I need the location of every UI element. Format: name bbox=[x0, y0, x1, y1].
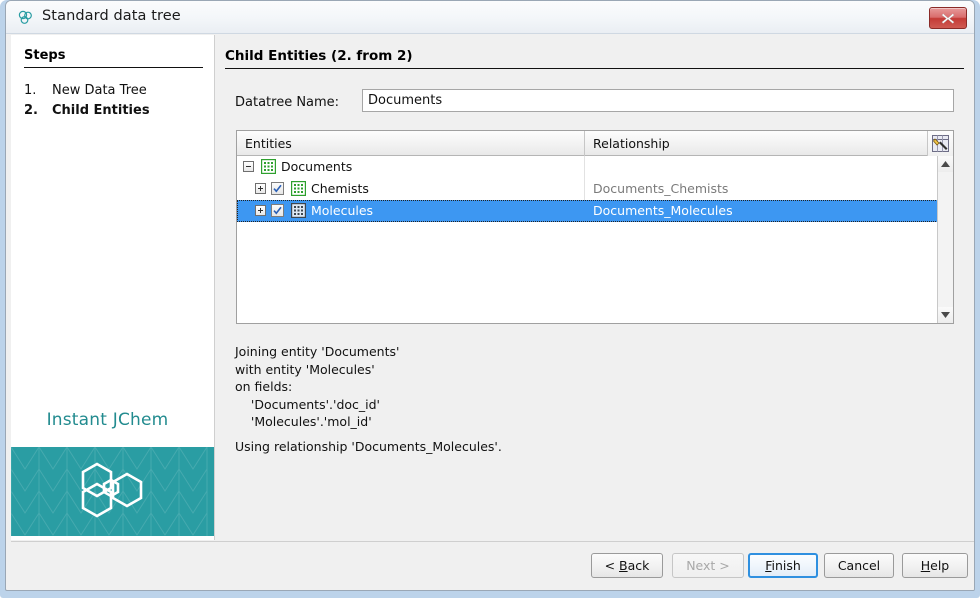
step-label: Child Entities bbox=[52, 103, 150, 118]
main-content: Child Entities (2. from 2) Datatree Name… bbox=[215, 35, 974, 540]
entities-table-header: Entities Relationship bbox=[237, 131, 953, 156]
column-chooser-icon[interactable] bbox=[928, 131, 953, 156]
entity-grid-icon-green bbox=[290, 180, 307, 197]
step-item-2: 2. Child Entities bbox=[24, 103, 150, 118]
brand-name: Instant JChem bbox=[46, 410, 169, 430]
entity-grid-icon-gray bbox=[290, 202, 307, 219]
next-button[interactable]: Next > bbox=[672, 553, 744, 578]
scroll-down-icon[interactable] bbox=[938, 307, 953, 323]
dialog-window: Standard data tree Steps 1. New Data Tree… bbox=[0, 0, 980, 598]
step-item-1: 1. New Data Tree bbox=[24, 83, 147, 98]
page-title: Child Entities (2. from 2) bbox=[225, 48, 413, 64]
steps-heading: Steps bbox=[24, 48, 66, 63]
page-title-divider bbox=[225, 68, 964, 69]
table-row[interactable]: Documents bbox=[237, 156, 938, 178]
relationship-description: Using relationship 'Documents_Molecules'… bbox=[235, 439, 502, 454]
step-number: 2. bbox=[24, 103, 38, 118]
finish-button[interactable]: Finish bbox=[748, 553, 818, 578]
expand-toggle-icon[interactable] bbox=[255, 183, 266, 194]
entity-label: Chemists bbox=[311, 181, 369, 196]
entities-table-body: Documents Chemists Documents_Chemists Mo… bbox=[237, 156, 938, 323]
entity-grid-icon-green bbox=[260, 158, 277, 175]
collapse-toggle-icon[interactable] bbox=[243, 161, 254, 172]
help-button[interactable]: Help bbox=[902, 553, 968, 578]
column-header-entities[interactable]: Entities bbox=[237, 131, 585, 156]
close-icon[interactable] bbox=[929, 7, 967, 29]
dialog-window-inner: Standard data tree Steps 1. New Data Tree… bbox=[5, 0, 975, 591]
cancel-button[interactable]: Cancel bbox=[824, 553, 894, 578]
brand-panel bbox=[11, 447, 214, 536]
relationship-cell: Documents_Molecules bbox=[593, 203, 733, 218]
table-row[interactable]: Chemists Documents_Chemists bbox=[237, 178, 938, 200]
datatree-name-input[interactable] bbox=[362, 89, 954, 112]
entity-label: Molecules bbox=[311, 203, 374, 218]
step-number: 1. bbox=[24, 83, 37, 98]
entity-label: Documents bbox=[281, 159, 353, 174]
datatree-name-label: Datatree Name: bbox=[235, 95, 340, 110]
jchem-hexagon-logo-icon bbox=[77, 460, 149, 524]
title-bar: Standard data tree bbox=[6, 1, 974, 34]
entities-table: Entities Relationship Documents Chemists… bbox=[236, 130, 954, 324]
step-label: New Data Tree bbox=[52, 83, 147, 98]
scroll-up-icon[interactable] bbox=[938, 156, 953, 172]
entity-checkbox[interactable] bbox=[271, 204, 284, 217]
jchem-molecule-icon bbox=[16, 8, 35, 27]
relationship-cell bbox=[585, 156, 593, 178]
table-vertical-scrollbar[interactable] bbox=[937, 156, 953, 323]
back-button[interactable]: < Back bbox=[591, 553, 663, 578]
entity-checkbox[interactable] bbox=[271, 182, 284, 195]
expand-toggle-icon[interactable] bbox=[255, 205, 266, 216]
join-description: Joining entity 'Documents' with entity '… bbox=[235, 344, 400, 429]
steps-divider bbox=[24, 67, 203, 68]
relationship-cell: Documents_Chemists bbox=[593, 181, 729, 196]
window-title: Standard data tree bbox=[42, 8, 181, 24]
dialog-button-bar: < Back Next > Finish Cancel Help bbox=[11, 541, 974, 590]
table-row[interactable]: Molecules Documents_Molecules bbox=[237, 200, 938, 222]
column-header-relationship[interactable]: Relationship bbox=[585, 131, 928, 156]
